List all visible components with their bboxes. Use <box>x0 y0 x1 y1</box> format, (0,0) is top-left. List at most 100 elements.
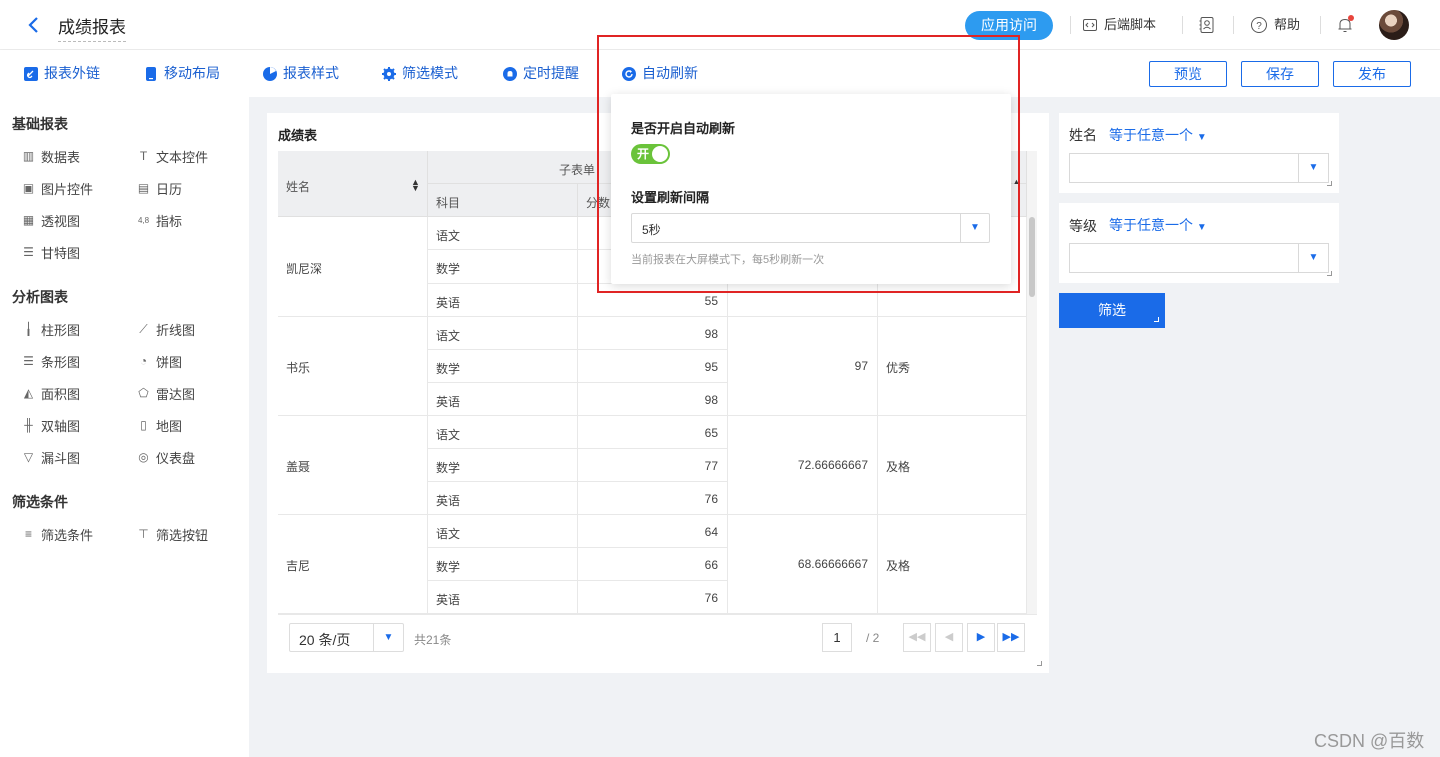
toolbar-style-label: 报表样式 <box>283 65 339 81</box>
sidebar-item-map[interactable]: ▯ 地图 <box>137 416 182 435</box>
filter-name-condition[interactable]: 等于任意一个 ▼ <box>1109 125 1207 145</box>
current-page-input[interactable]: 1 <box>822 623 852 652</box>
table-scrollbar-thumb[interactable] <box>1029 217 1035 297</box>
filter-grade-input[interactable]: ▼ <box>1069 243 1329 273</box>
line-chart-icon: ⟋ <box>139 322 148 336</box>
contacts-button[interactable] <box>1198 16 1216 34</box>
sidebar-item-calendar[interactable]: ▤ 日历 <box>137 179 182 198</box>
publish-button[interactable]: 发布 <box>1333 61 1411 87</box>
highlight-annotation-box <box>597 35 1020 293</box>
sidebar-item-area-chart[interactable]: ◭ 面积图 <box>22 384 80 403</box>
table-cell-score: 95 <box>578 350 728 383</box>
text-icon: T <box>139 149 148 163</box>
resize-handle-icon[interactable] <box>1327 181 1332 186</box>
table-cell-average: 72.66666667 <box>728 416 878 515</box>
sidebar-item-column-chart[interactable]: ╽ 柱形图 <box>22 320 80 339</box>
sidebar-item-label: 折线图 <box>156 323 196 338</box>
sidebar-item-label: 筛选条件 <box>41 528 94 543</box>
sidebar-item-pivot[interactable]: ▦ 透视图 <box>22 211 80 230</box>
gantt-icon: ☰ <box>23 245 34 259</box>
save-button[interactable]: 保存 <box>1241 61 1319 87</box>
filter-name-input[interactable]: ▼ <box>1069 153 1329 183</box>
column-header-name[interactable]: 姓名 ▲ ▼ <box>278 151 428 217</box>
sidebar-item-filter-button[interactable]: ⊤ 筛选按钮 <box>137 525 208 544</box>
sort-icon[interactable]: ▲▼ <box>411 178 420 193</box>
table-cell-grade: 及格 <box>878 416 1027 515</box>
sidebar-item-dual-axis[interactable]: ╫ 双轴图 <box>22 416 80 435</box>
sidebar-item-gantt[interactable]: ☰ 甘特图 <box>22 243 80 262</box>
preview-button[interactable]: 预览 <box>1149 61 1227 87</box>
sidebar-item-image[interactable]: ▣ 图片控件 <box>22 179 93 198</box>
sidebar-item-label: 条形图 <box>41 355 81 370</box>
dropdown-arrow-icon[interactable]: ▼ <box>373 624 403 651</box>
calendar-icon: ▤ <box>137 181 150 195</box>
sidebar-item-label: 筛选按钮 <box>156 528 209 543</box>
back-arrow-icon[interactable] <box>24 15 44 35</box>
resize-handle-icon[interactable] <box>1154 317 1159 322</box>
table-cell-subject: 语文 <box>428 515 578 548</box>
filter-name-label: 姓名 <box>1069 127 1097 143</box>
radar-chart-icon: ⬠ <box>138 386 149 400</box>
header-divider <box>1182 16 1183 34</box>
sidebar-item-bar-chart[interactable]: ☰ 条形图 <box>22 352 80 371</box>
table-cell-average: 97 <box>728 317 878 416</box>
filter-submit-button[interactable]: 筛选 <box>1059 293 1165 328</box>
last-page-icon[interactable]: ▶▶ <box>997 623 1025 652</box>
toolbar-mobile-button[interactable]: 移动布局 <box>144 65 220 82</box>
header-divider <box>1320 16 1321 34</box>
first-page-icon[interactable]: ◀◀ <box>903 623 931 652</box>
next-page-icon[interactable]: ▶ <box>967 623 995 652</box>
table-cell-subject: 数学 <box>428 250 578 284</box>
prev-page-icon[interactable]: ◀ <box>935 623 963 652</box>
dropdown-arrow-icon[interactable]: ▼ <box>1298 244 1328 272</box>
backend-script-button[interactable]: 后端脚本 <box>1082 16 1156 34</box>
dropdown-arrow-icon[interactable]: ▼ <box>1298 154 1328 182</box>
map-icon: ▯ <box>140 418 147 432</box>
toolbar-reminder-label: 定时提醒 <box>523 65 579 81</box>
column-chart-icon: ╽ <box>24 322 33 336</box>
toolbar-mobile-label: 移动布局 <box>164 65 220 81</box>
filter-grade-label: 等级 <box>1069 218 1097 234</box>
sidebar-item-data-table[interactable]: ▥ 数据表 <box>22 147 80 166</box>
toolbar-style-button[interactable]: 报表样式 <box>263 65 339 82</box>
sidebar-item-metric[interactable]: 4,8 指标 <box>137 211 182 230</box>
gauge-icon: ◎ <box>138 450 149 464</box>
metric-icon: 4,8 <box>137 216 150 225</box>
sidebar-item-gauge[interactable]: ◎ 仪表盘 <box>137 448 195 467</box>
sidebar-item-label: 透视图 <box>41 214 81 229</box>
toolbar-filter-mode-button[interactable]: 筛选模式 <box>382 65 458 82</box>
resize-handle-icon[interactable] <box>1037 661 1042 666</box>
funnel-icon: ▽ <box>23 450 34 464</box>
sidebar-section-analysis: 分析图表 <box>12 289 68 305</box>
link-icon <box>24 66 38 81</box>
total-count: 共21条 <box>414 633 452 647</box>
mobile-icon <box>146 66 156 81</box>
toolbar-reminder-button[interactable]: 定时提醒 <box>503 65 579 82</box>
sidebar-item-line-chart[interactable]: ⟋ 折线图 <box>137 320 195 339</box>
notification-badge <box>1348 15 1354 21</box>
table-cell-subject: 数学 <box>428 449 578 482</box>
toolbar-link-button[interactable]: 报表外链 <box>24 65 100 82</box>
toolbar-link-label: 报表外链 <box>44 65 100 81</box>
column-header-subject[interactable]: 科目 <box>428 184 578 217</box>
sidebar-item-label: 双轴图 <box>41 419 81 434</box>
resize-handle-icon[interactable] <box>1327 271 1332 276</box>
sidebar-item-filter-condition[interactable]: ≡ 筛选条件 <box>22 525 93 544</box>
table-cell-subject: 语文 <box>428 416 578 449</box>
table-cell-grade: 及格 <box>878 515 1027 614</box>
page-size-select[interactable]: 20 条/页 ▼ <box>289 623 404 652</box>
sidebar-item-label: 地图 <box>156 419 183 434</box>
dual-axis-icon: ╫ <box>24 418 33 432</box>
sidebar-item-funnel[interactable]: ▽ 漏斗图 <box>22 448 80 467</box>
avatar[interactable] <box>1379 10 1409 40</box>
sidebar-item-pie-chart[interactable]: ◔ 饼图 <box>137 352 182 371</box>
table-cell-subject: 数学 <box>428 350 578 383</box>
sidebar-item-text[interactable]: T 文本控件 <box>137 147 208 166</box>
filter-grade-condition[interactable]: 等于任意一个 ▼ <box>1109 215 1207 235</box>
help-button[interactable]: ? 帮助 <box>1250 16 1300 34</box>
table-cell-score: 98 <box>578 317 728 350</box>
sidebar-item-radar-chart[interactable]: ⬠ 雷达图 <box>137 384 195 403</box>
header-divider <box>1233 16 1234 34</box>
table-cell-name: 盖聂 <box>278 416 428 515</box>
report-title[interactable]: 成绩报表 <box>58 18 126 42</box>
